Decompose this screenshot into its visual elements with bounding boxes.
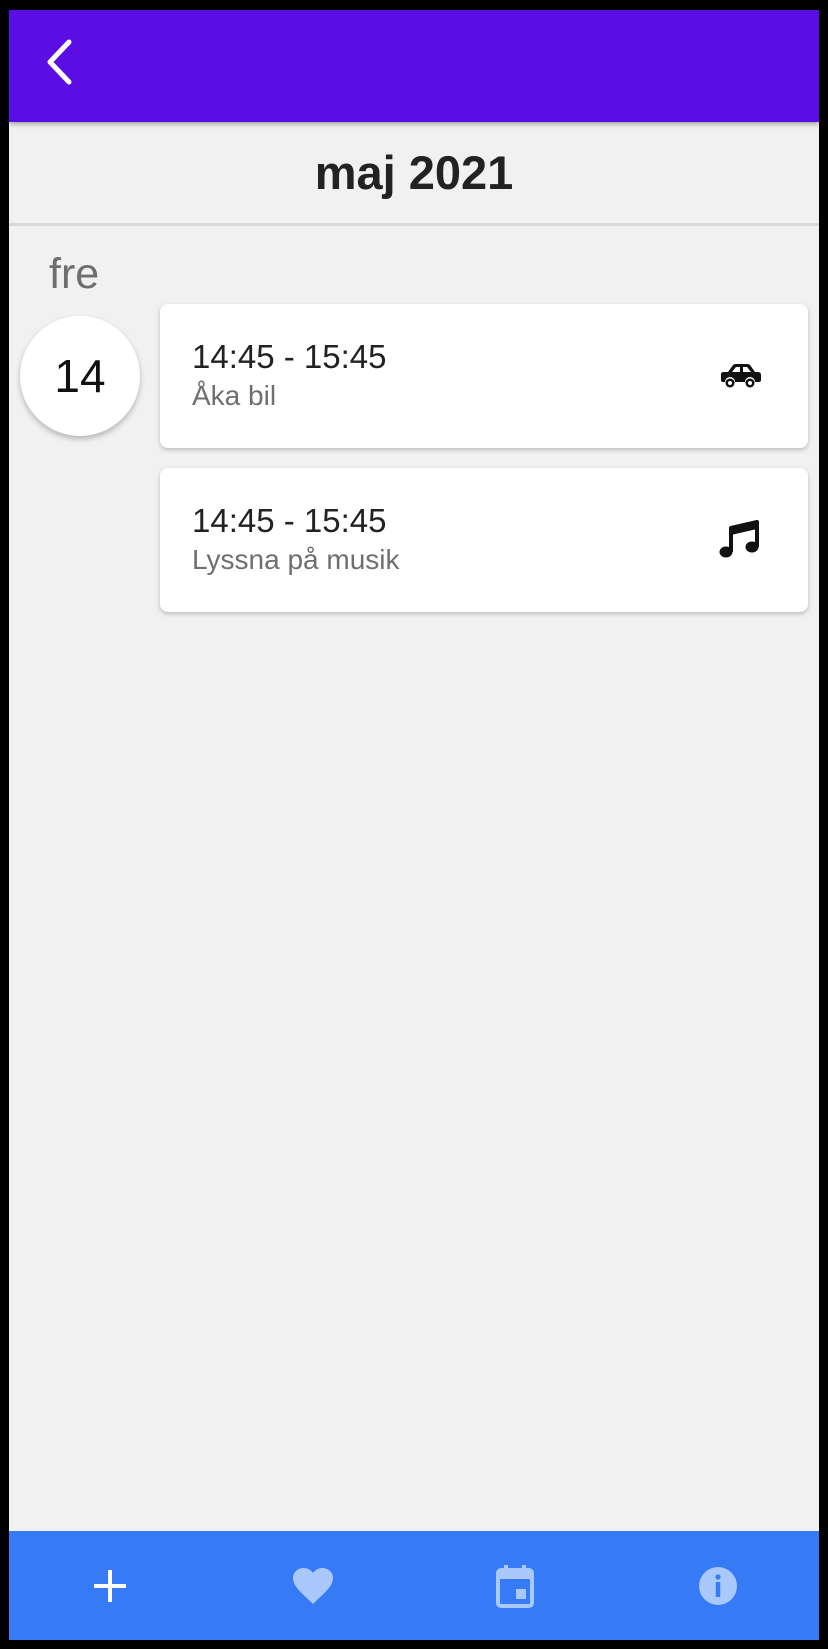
activity-time: 14:45 - 15:45 bbox=[192, 338, 387, 375]
activity-title: Åka bil bbox=[192, 380, 277, 411]
back-button[interactable] bbox=[31, 34, 87, 90]
heart-icon bbox=[292, 1567, 333, 1604]
day-number: 14 bbox=[54, 350, 106, 402]
nav-info-button[interactable] bbox=[617, 1531, 820, 1640]
app-bar bbox=[9, 10, 819, 122]
activity-title: Lyssna på musik bbox=[192, 544, 400, 575]
month-title: maj 2021 bbox=[9, 122, 819, 226]
nav-calendar-button[interactable] bbox=[414, 1531, 617, 1640]
music-note-icon bbox=[716, 518, 764, 562]
activity-card-music[interactable]: 14:45 - 15:45 Lyssna på musik bbox=[160, 468, 808, 612]
car-icon bbox=[716, 354, 764, 398]
bottom-navigation bbox=[9, 1531, 819, 1640]
nav-favorites-button[interactable] bbox=[212, 1531, 415, 1640]
day-number-badge: 14 bbox=[20, 316, 140, 436]
activity-card-drive[interactable]: 14:45 - 15:45 Åka bil bbox=[160, 304, 808, 448]
nav-add-button[interactable] bbox=[9, 1531, 212, 1640]
activity-time: 14:45 - 15:45 bbox=[192, 502, 387, 539]
weekday-label: fre bbox=[49, 250, 100, 298]
info-icon bbox=[698, 1566, 737, 1605]
add-icon bbox=[94, 1569, 127, 1602]
chevron-left-icon bbox=[47, 39, 72, 85]
calendar-icon bbox=[496, 1564, 535, 1608]
app-screen: maj 2021 fre 14 14:45 - 15:45 Åka bil 14… bbox=[9, 10, 819, 1640]
